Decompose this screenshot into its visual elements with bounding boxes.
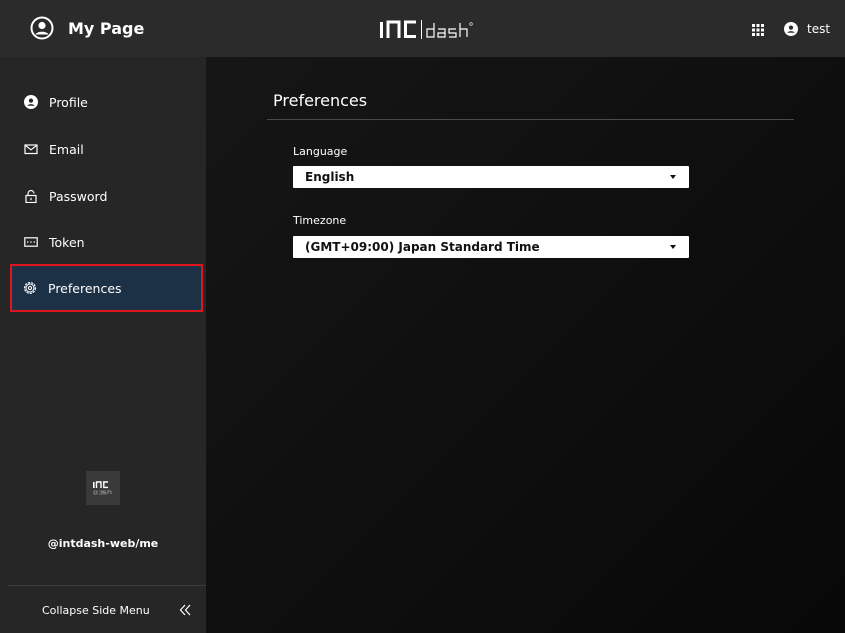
sidebar-divider [8,585,206,586]
sidebar-item-label: Password [49,188,108,204]
sidebar-item-preferences[interactable]: Preferences [10,264,203,312]
sidebar-item-profile[interactable]: Profile [12,79,206,125]
sidebar-item-label: Email [49,141,84,157]
gear-icon [23,281,37,295]
apps-grid-icon[interactable] [752,24,764,36]
user-name: test [807,22,831,36]
intdash-logo [380,20,473,39]
section-divider [267,119,794,120]
sidebar-item-label: Profile [49,94,88,110]
brand-logo [380,18,510,40]
user-icon [24,95,38,109]
sidebar-item-token[interactable]: Token [12,219,206,265]
intdash-small-logo [86,471,120,505]
language-value: English [305,170,355,184]
user-menu[interactable]: test [784,20,830,38]
sidebar-item-label: Token [49,234,85,250]
sidebar-item-password[interactable]: Password [12,173,206,219]
lock-icon [25,189,37,203]
collapse-label: Collapse Side Menu [42,603,150,617]
sidebar-item-email[interactable]: Email [12,126,206,172]
intdash-logo-icon [93,481,112,495]
timezone-select[interactable]: (GMT+09:00) Japan Standard Time [293,236,689,258]
language-select[interactable]: English [293,166,689,188]
language-label: Language [293,145,348,158]
mail-icon [24,144,38,155]
sidebar-item-label: Preferences [48,280,122,296]
main-content: Preferences Language English Timezone (G… [206,57,845,633]
section-title: Preferences [273,91,368,110]
app-handle: @intdash-web/me [47,537,159,550]
page-title: My Page [68,18,145,38]
keyboard-icon [24,237,38,247]
top-header: My Page test [0,0,845,57]
collapse-side-menu-button[interactable]: Collapse Side Menu [42,598,192,622]
timezone-value: (GMT+09:00) Japan Standard Time [305,240,540,254]
dropdown-caret-icon [670,175,676,179]
user-icon [784,22,798,36]
my-page-link[interactable]: My Page [30,13,144,43]
side-menu: Profile Email Password Token Preferences… [0,57,206,633]
dropdown-caret-icon [670,245,676,249]
timezone-label: Timezone [293,214,347,227]
double-chevron-left-icon [179,604,191,616]
account-circle-icon [30,16,54,40]
